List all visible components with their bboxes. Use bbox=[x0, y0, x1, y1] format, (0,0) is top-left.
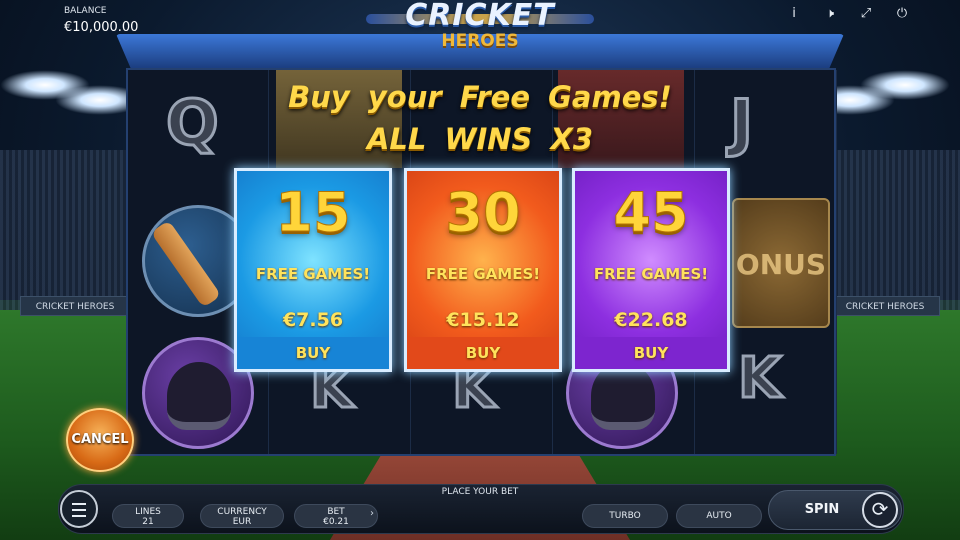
spin-button-icon[interactable]: ⟳ bbox=[862, 492, 898, 528]
spin-label[interactable]: SPIN bbox=[790, 502, 854, 517]
bet-selector[interactable]: BET €0.21 bbox=[294, 504, 378, 528]
option-price: €22.68 bbox=[614, 309, 688, 331]
currency-value: EUR bbox=[232, 517, 252, 527]
free-games-count: 30 bbox=[445, 181, 521, 245]
crowd-right bbox=[820, 150, 960, 310]
crowd-left bbox=[0, 150, 140, 310]
top-toolbar: i 🕨 ⤢ ⏻ bbox=[786, 6, 910, 22]
option-price: €15.12 bbox=[446, 309, 520, 331]
symbol-k: K bbox=[736, 345, 782, 413]
bet-label: BET bbox=[327, 507, 345, 517]
logo-subtitle: HEROES bbox=[441, 31, 519, 51]
sound-icon[interactable]: 🕨 bbox=[822, 6, 838, 22]
fullscreen-icon[interactable]: ⤢ bbox=[858, 6, 874, 22]
hamburger-icon-line bbox=[72, 509, 86, 511]
option-price: €7.56 bbox=[282, 309, 344, 331]
free-games-count: 15 bbox=[275, 181, 351, 245]
lines-value: 21 bbox=[142, 517, 154, 527]
stadium-board-right: CRICKET HEROES bbox=[830, 296, 940, 316]
buy-button[interactable]: BUY bbox=[407, 337, 559, 369]
free-games-label: FREE GAMES! bbox=[425, 265, 541, 283]
cancel-button[interactable]: CANCEL bbox=[66, 408, 134, 472]
lines-label: LINES bbox=[135, 507, 161, 517]
logo-title: CRICKET bbox=[405, 0, 555, 33]
balance-value: €10,000.00 bbox=[64, 20, 139, 35]
currency-label: CURRENCY bbox=[217, 507, 267, 517]
lines-selector[interactable]: LINES 21 bbox=[112, 504, 184, 528]
turbo-toggle[interactable]: TURBO bbox=[582, 504, 668, 528]
symbol-bonus-label: ONUS bbox=[735, 248, 827, 281]
hamburger-icon-line bbox=[72, 503, 86, 505]
buy-option-15[interactable]: 15 FREE GAMES! €7.56 BUY bbox=[234, 168, 392, 372]
symbol-q: Q bbox=[165, 85, 221, 161]
free-games-count: 45 bbox=[613, 181, 689, 245]
game-logo: CRICKET HEROES bbox=[360, 0, 600, 54]
info-icon[interactable]: i bbox=[786, 6, 802, 22]
buy-option-45[interactable]: 45 FREE GAMES! €22.68 BUY bbox=[572, 168, 730, 372]
buy-option-30[interactable]: 30 FREE GAMES! €15.12 BUY bbox=[404, 168, 562, 372]
buy-feature-subheadline: ALL WINS X3 bbox=[366, 122, 594, 156]
free-games-label: FREE GAMES! bbox=[593, 265, 709, 283]
chevron-right-icon[interactable]: › bbox=[370, 508, 374, 519]
balance-label: BALANCE bbox=[64, 6, 107, 16]
free-games-label: FREE GAMES! bbox=[255, 265, 371, 283]
buy-feature-headline: Buy your Free Games! bbox=[288, 80, 672, 114]
currency-selector[interactable]: CURRENCY EUR bbox=[200, 504, 284, 528]
menu-button[interactable] bbox=[60, 490, 98, 528]
buy-button[interactable]: BUY bbox=[575, 337, 727, 369]
power-icon[interactable]: ⏻ bbox=[894, 6, 910, 22]
hamburger-icon-line bbox=[72, 515, 86, 517]
symbol-j: J bbox=[728, 85, 754, 161]
autoplay-toggle[interactable]: AUTO bbox=[676, 504, 762, 528]
stadium-board-left: CRICKET HEROES bbox=[20, 296, 130, 316]
bet-value: €0.21 bbox=[323, 517, 349, 527]
buy-button[interactable]: BUY bbox=[237, 337, 389, 369]
